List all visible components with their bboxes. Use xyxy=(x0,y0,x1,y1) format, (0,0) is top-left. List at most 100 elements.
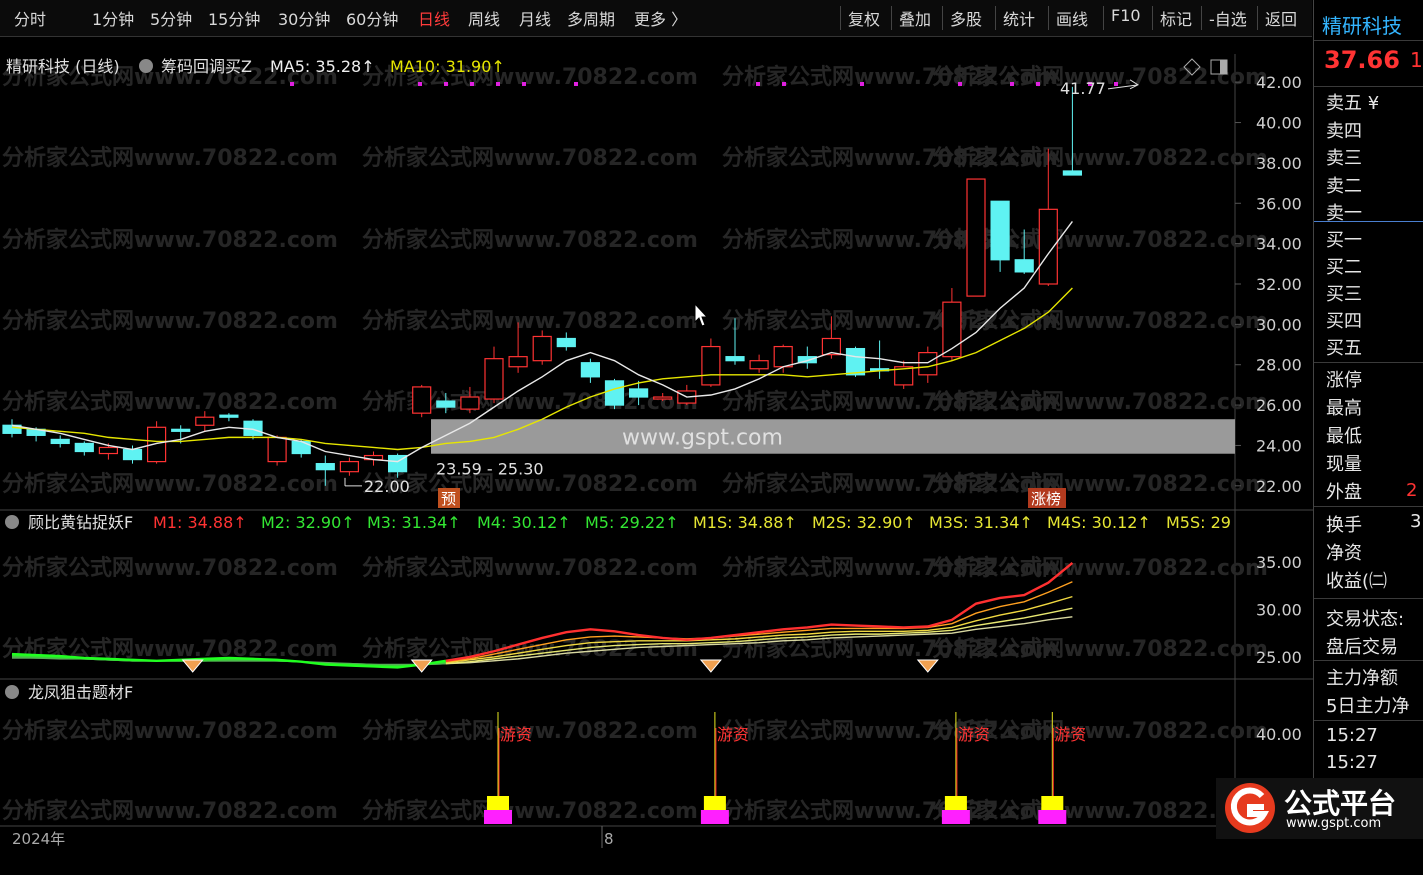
buy-level-4: 买四 xyxy=(1326,311,1362,332)
price-tick-label: 32.00 xyxy=(1256,275,1302,294)
period-tab-1[interactable]: 1分钟 xyxy=(92,6,134,30)
stat-row-2: 最低 xyxy=(1326,426,1362,447)
price-tick-label: 24.00 xyxy=(1256,436,1302,455)
candle-body[interactable] xyxy=(315,463,335,471)
toolbar-button-4[interactable]: 画线 xyxy=(1056,6,1088,30)
price-tick-label: 30.00 xyxy=(1256,315,1302,334)
candle-body[interactable] xyxy=(412,386,432,414)
period-tab-8[interactable]: 月线 xyxy=(519,6,551,30)
candle-body[interactable] xyxy=(219,414,239,418)
diamond-signal-icon xyxy=(699,659,722,673)
watermark-text: 分析家公式网www.70822.com xyxy=(362,555,698,581)
toolbar-button-7[interactable]: -自选 xyxy=(1209,6,1247,30)
toolbar-button-0[interactable]: 复权 xyxy=(848,6,880,30)
period-tab-6[interactable]: 日线 xyxy=(418,6,450,30)
indicator-menu-icon[interactable] xyxy=(139,59,153,73)
period-tab-7[interactable]: 周线 xyxy=(468,6,500,30)
toolbar-button-5[interactable]: F10 xyxy=(1111,6,1141,25)
candle-body[interactable] xyxy=(918,352,938,376)
candle-body[interactable] xyxy=(990,200,1010,261)
candle-body[interactable] xyxy=(460,396,480,410)
watermark-text: 分析家公式网www.70822.com xyxy=(932,389,1268,415)
stat-row-0: 涨停 xyxy=(1326,370,1362,391)
signal-dot xyxy=(1114,82,1118,86)
sell-level-2: 卖二 xyxy=(1326,175,1362,197)
candle-body[interactable] xyxy=(966,178,986,297)
toolbar-divider xyxy=(942,6,943,30)
signal-dot xyxy=(470,82,474,86)
candle-body[interactable] xyxy=(749,360,769,370)
candle-body[interactable] xyxy=(1014,259,1034,273)
signal-dot xyxy=(860,82,864,86)
candle-body[interactable] xyxy=(1038,208,1058,285)
period-tab-5[interactable]: 60分钟 xyxy=(346,6,398,30)
candle-body[interactable] xyxy=(1062,170,1083,176)
period-tab-0[interactable]: 分时 xyxy=(14,6,46,30)
signal-dot xyxy=(958,82,962,86)
sell-level-4: 卖四 xyxy=(1326,120,1362,142)
dragon-signal-bar-magenta xyxy=(941,810,970,824)
toolbar-button-6[interactable]: 标记 xyxy=(1160,6,1192,30)
candle-body[interactable] xyxy=(74,442,94,453)
side-divider xyxy=(1314,598,1423,599)
candle-body[interactable] xyxy=(122,448,143,461)
logo-url: www.gspt.com xyxy=(1286,816,1382,831)
dragon-signal-bar-magenta xyxy=(700,810,729,824)
dragon-menu-icon[interactable] xyxy=(5,685,19,699)
chart-area[interactable]: 分析家公式网www.70822.com 分析家公式网www.70822.com 分析… xyxy=(0,36,1313,875)
candle-body[interactable] xyxy=(532,335,552,362)
capital-row-1: 5日主力净 xyxy=(1326,696,1410,717)
stat2-row-0: 换手 xyxy=(1326,515,1362,536)
period-tab-10[interactable]: 更多 〉 xyxy=(634,6,687,30)
dragon-signal-bar-yellow xyxy=(1041,796,1064,810)
candle-body[interactable] xyxy=(604,380,625,406)
trade-status-0: 交易状态: xyxy=(1326,609,1405,630)
toolbar-divider xyxy=(1103,6,1104,30)
toolbar-button-3[interactable]: 统计 xyxy=(1003,6,1035,30)
price-tick-label: 26.00 xyxy=(1256,396,1302,415)
period-tab-9[interactable]: 多周期 xyxy=(567,6,615,30)
side-divider xyxy=(1314,86,1423,87)
dragon-signal-bar-magenta xyxy=(1038,810,1067,824)
toolbar-button-8[interactable]: 返回 xyxy=(1265,6,1297,30)
guppy-legend-item: M5S: 29 xyxy=(1166,513,1231,532)
candle-body[interactable] xyxy=(628,388,649,398)
candle-body[interactable] xyxy=(580,362,601,378)
dragon-signal-bar-yellow xyxy=(487,796,509,810)
candle-body[interactable] xyxy=(484,358,504,400)
candle-body[interactable] xyxy=(339,461,359,473)
candle-body[interactable] xyxy=(98,446,119,455)
watermark-text: 分析家公式网www.70822.com xyxy=(2,145,338,171)
candle-body[interactable] xyxy=(291,440,311,455)
toolbar-button-2[interactable]: 多股 xyxy=(950,6,982,30)
candle-body[interactable] xyxy=(701,345,721,386)
price-tick-label: 38.00 xyxy=(1256,154,1302,173)
candle-body[interactable] xyxy=(436,400,456,408)
candle-body[interactable] xyxy=(773,345,793,368)
signal-dot xyxy=(574,82,578,86)
candle-body[interactable] xyxy=(556,337,576,348)
buy-level-2: 买二 xyxy=(1326,257,1362,278)
candle-body[interactable] xyxy=(725,356,745,362)
price-tick-label: 28.00 xyxy=(1256,356,1302,375)
toolbar-button-1[interactable]: 叠加 xyxy=(899,6,931,30)
candle-body[interactable] xyxy=(267,436,287,463)
period-tab-4[interactable]: 30分钟 xyxy=(278,6,330,30)
diamond-signal-icon xyxy=(916,659,939,673)
period-tab-3[interactable]: 15分钟 xyxy=(208,6,260,30)
guppy-legend-item: M2: 32.90↑ xyxy=(261,513,355,532)
candle-body[interactable] xyxy=(50,438,70,445)
period-tab-2[interactable]: 5分钟 xyxy=(150,6,192,30)
candle-body[interactable] xyxy=(508,356,528,368)
buy-level-3: 买三 xyxy=(1326,284,1362,305)
candle-body[interactable] xyxy=(171,428,191,432)
candle-body[interactable] xyxy=(653,396,673,400)
candle-body[interactable] xyxy=(195,416,215,426)
signal-dot xyxy=(782,82,786,86)
candle-body[interactable] xyxy=(845,347,866,376)
watermark-text: 分析家公式网www.70822.com xyxy=(932,555,1268,581)
watermark-text: 分析家公式网www.70822.com xyxy=(932,636,1268,662)
x-axis-year-label: 2024年 xyxy=(12,830,65,848)
guppy-menu-icon[interactable] xyxy=(5,515,19,529)
quote-side-panel: 精研科技 37.66 1 卖五 ¥ 卖四 卖三 卖二 卖一 买一 买二 买三 买四 买五 涨停 最高 最低 现量… xyxy=(1313,0,1423,839)
